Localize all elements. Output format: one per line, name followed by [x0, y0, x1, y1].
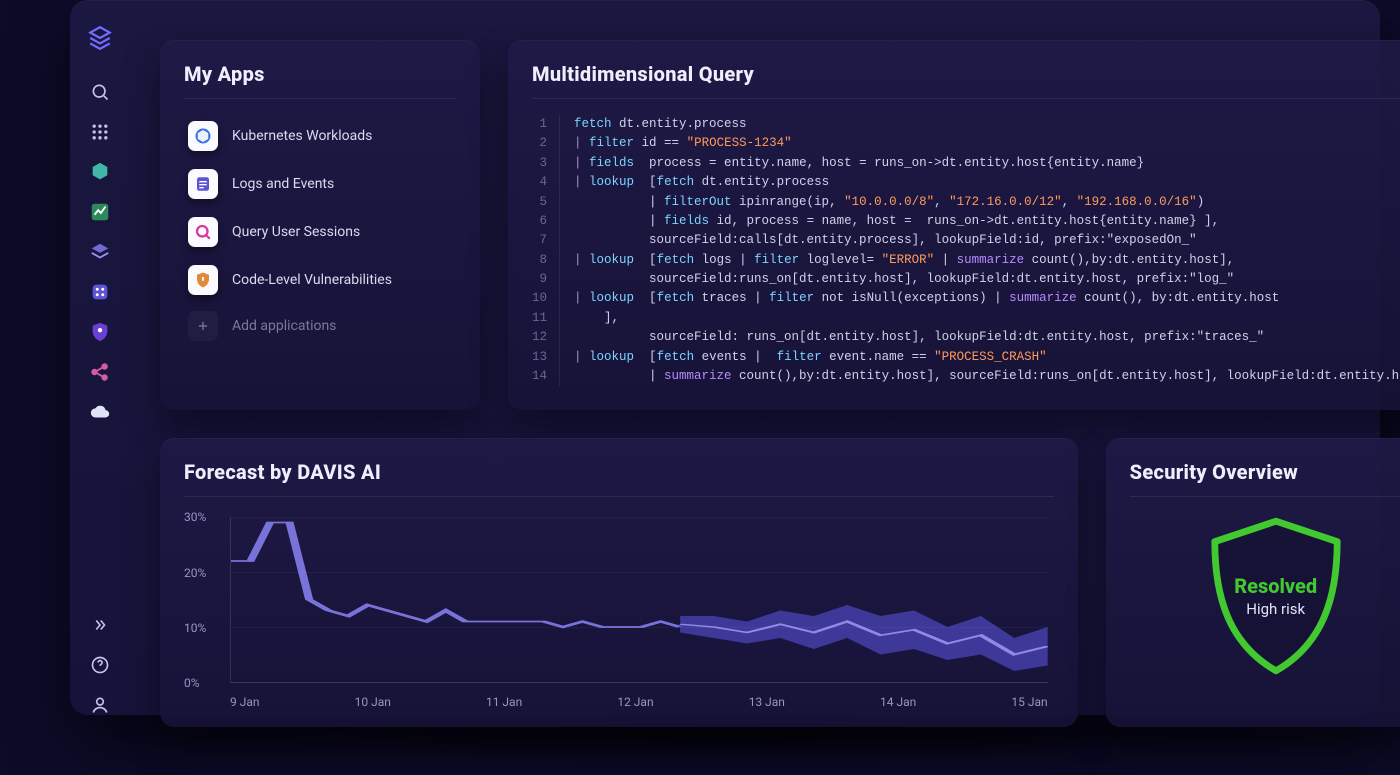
line-numbers: 1234567891011121314: [532, 115, 560, 386]
app-row-3[interactable]: Code-Level Vulnerabilities: [184, 257, 456, 303]
y-tick: 30%: [184, 510, 206, 524]
y-tick: 0%: [184, 676, 200, 690]
x-tick: 15 Jan: [1011, 695, 1047, 709]
app-label: Query User Sessions: [232, 224, 360, 240]
my-apps-title: My Apps: [184, 62, 456, 99]
query-card: Multidimensional Query 12345678910111213…: [508, 40, 1400, 410]
x-tick: 13 Jan: [749, 695, 785, 709]
my-apps-list: Kubernetes Workloads Logs and Events Query…: [184, 113, 456, 303]
chart-icon[interactable]: [80, 192, 120, 232]
query-title: Multidimensional Query: [532, 62, 1400, 99]
security-risk: High risk: [1246, 600, 1305, 618]
dice-icon[interactable]: [80, 272, 120, 312]
x-tick: 14 Jan: [880, 695, 916, 709]
vuln-icon: [188, 265, 218, 295]
hex-icon[interactable]: [80, 152, 120, 192]
help-icon[interactable]: [80, 645, 120, 685]
search-icon[interactable]: [80, 72, 120, 112]
x-tick: 11 Jan: [486, 695, 522, 709]
app-row-2[interactable]: Query User Sessions: [184, 209, 456, 255]
user-icon[interactable]: [80, 685, 120, 725]
y-tick: 10%: [184, 621, 206, 635]
forecast-card: Forecast by DAVIS AI 9 Jan10 Jan11 Jan12…: [160, 438, 1078, 727]
security-card: Security Overview Resolved High risk: [1106, 438, 1400, 727]
security-title: Security Overview: [1130, 460, 1400, 497]
expand-icon[interactable]: [80, 605, 120, 645]
sidebar-rail: [72, 8, 128, 725]
y-tick: 20%: [184, 566, 206, 580]
security-status: Resolved: [1234, 574, 1317, 598]
x-tick: 9 Jan: [230, 695, 260, 709]
plus-icon: [188, 311, 218, 341]
cloud-icon[interactable]: [80, 392, 120, 432]
query-icon: [188, 217, 218, 247]
app-label: Code-Level Vulnerabilities: [232, 272, 392, 288]
forecast-chart[interactable]: 9 Jan10 Jan11 Jan12 Jan13 Jan14 Jan15 Ja…: [184, 513, 1054, 703]
add-applications-button[interactable]: Add applications: [184, 303, 456, 349]
app-label: Logs and Events: [232, 176, 334, 192]
share-icon[interactable]: [80, 352, 120, 392]
kubernetes-icon: [188, 121, 218, 151]
add-applications-label: Add applications: [232, 318, 336, 334]
layers-icon[interactable]: [80, 232, 120, 272]
code-block[interactable]: 1234567891011121314 fetch dt.entity.proc…: [532, 115, 1400, 386]
logs-icon: [188, 169, 218, 199]
security-shield: Resolved High risk: [1191, 511, 1361, 681]
shield-user-icon[interactable]: [80, 312, 120, 352]
app-shell: My Apps Kubernetes Workloads Logs and Eve…: [70, 0, 1380, 715]
apps-grid-icon[interactable]: [80, 112, 120, 152]
x-tick: 12 Jan: [617, 695, 653, 709]
forecast-title: Forecast by DAVIS AI: [184, 460, 1054, 497]
x-tick: 10 Jan: [355, 695, 391, 709]
app-row-1[interactable]: Logs and Events: [184, 161, 456, 207]
code-content: fetch dt.entity.process| filter id == "P…: [560, 115, 1400, 386]
app-row-0[interactable]: Kubernetes Workloads: [184, 113, 456, 159]
app-logo-icon[interactable]: [80, 18, 120, 58]
my-apps-card: My Apps Kubernetes Workloads Logs and Eve…: [160, 40, 480, 410]
app-label: Kubernetes Workloads: [232, 128, 372, 144]
